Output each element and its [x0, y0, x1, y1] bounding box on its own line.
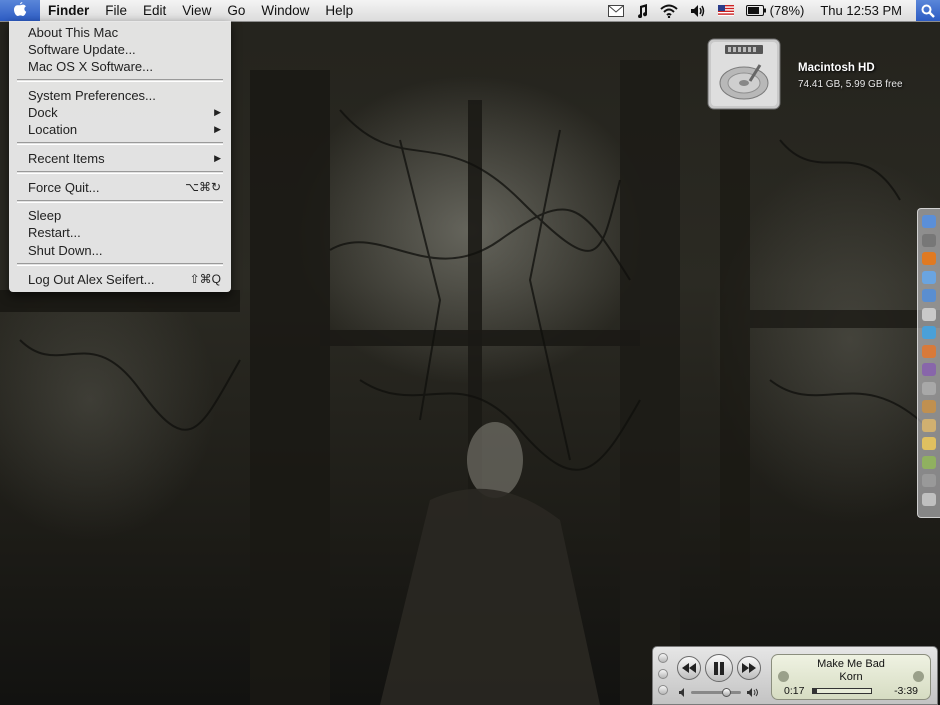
menu-item-restart[interactable]: Restart...	[9, 224, 231, 241]
menu-bar: Finder File Edit View Go Window Help (78…	[0, 0, 940, 22]
menu-item-shut-down[interactable]: Shut Down...	[9, 242, 231, 259]
apple-icon	[13, 1, 27, 20]
menu-separator	[17, 200, 223, 203]
submenu-arrow-icon: ▶	[214, 107, 221, 117]
menu-shortcut: ⇧⌘Q	[189, 272, 221, 286]
menu-item-dock[interactable]: Dock ▶	[9, 104, 231, 121]
apple-menu-button[interactable]	[0, 0, 40, 21]
itunes-icon[interactable]	[922, 326, 936, 339]
app-icon[interactable]	[922, 400, 936, 413]
battery-icon	[745, 5, 766, 16]
remaining-time: -3:39	[894, 685, 918, 697]
menu-item-recent-items[interactable]: Recent Items ▶	[9, 150, 231, 167]
firefox-icon[interactable]	[922, 252, 936, 265]
menu-help[interactable]: Help	[317, 0, 361, 21]
finder-icon[interactable]	[922, 215, 936, 228]
itunes-mini-player: Make Me Bad Korn 0:17 -3:39	[652, 646, 938, 705]
previous-track-button[interactable]	[677, 656, 701, 680]
safari-icon[interactable]	[922, 270, 936, 284]
menu-item-label: Recent Items	[28, 151, 105, 166]
submenu-arrow-icon: ▶	[214, 124, 221, 134]
progress-fill	[813, 689, 818, 693]
system-icon[interactable]	[922, 233, 936, 247]
menu-item-label: Mac OS X Software...	[28, 59, 153, 74]
wifi-icon[interactable]	[654, 0, 684, 21]
zoom-button[interactable]	[658, 685, 668, 695]
song-artist: Korn	[839, 671, 863, 683]
menu-go[interactable]: Go	[219, 0, 253, 21]
app-icon[interactable]	[922, 418, 936, 432]
trash-icon[interactable]	[922, 492, 936, 506]
minimize-button[interactable]	[658, 669, 668, 679]
menu-item-location[interactable]: Location ▶	[9, 121, 231, 138]
song-title: Make Me Bad	[817, 658, 885, 670]
now-playing-display[interactable]: Make Me Bad Korn 0:17 -3:39	[771, 654, 931, 700]
menu-item-mac-os-x-software[interactable]: Mac OS X Software...	[9, 58, 231, 75]
menu-separator	[17, 142, 223, 145]
play-pause-button[interactable]	[705, 654, 733, 682]
volume-low-icon	[679, 688, 688, 697]
menu-separator	[17, 171, 223, 174]
menu-item-label: Software Update...	[28, 42, 136, 57]
menu-item-label: System Preferences...	[28, 88, 156, 103]
close-button[interactable]	[658, 653, 668, 663]
menu-app-name[interactable]: Finder	[40, 0, 97, 21]
menu-shortcut: ⌥⌘↻	[185, 180, 221, 194]
apple-menu-dropdown: About This Mac Software Update... Mac OS…	[9, 21, 231, 292]
menu-edit[interactable]: Edit	[135, 0, 174, 21]
app-icon[interactable]	[922, 474, 936, 487]
hd-name-label: Macintosh HD	[798, 62, 875, 74]
menu-separator	[17, 79, 223, 82]
menu-item-log-out[interactable]: Log Out Alex Seifert... ⇧⌘Q	[9, 271, 231, 288]
hard-drive-icon[interactable]	[705, 35, 783, 113]
next-track-button[interactable]	[737, 656, 761, 680]
hd-info-label: 74.41 GB, 5.99 GB free	[798, 79, 903, 90]
spotlight-icon	[921, 4, 935, 18]
battery-indicator[interactable]: (78%)	[740, 0, 811, 21]
menu-extras: (78%) Thu 12:53 PM	[602, 0, 940, 21]
menu-item-label: Force Quit...	[28, 180, 100, 195]
menu-file[interactable]: File	[97, 0, 135, 21]
volume-slider[interactable]	[691, 688, 741, 697]
menu-item-about-this-mac[interactable]: About This Mac	[9, 24, 231, 41]
ical-icon[interactable]	[922, 307, 936, 321]
elapsed-time: 0:17	[784, 685, 805, 697]
menu-item-label: Dock	[28, 105, 58, 120]
app-icon[interactable]	[922, 344, 936, 358]
menu-item-label: Location	[28, 122, 78, 137]
rewind-icon	[682, 663, 696, 673]
app-icon[interactable]	[922, 455, 936, 469]
volume-slider-knob[interactable]	[722, 688, 731, 697]
us-flag-icon[interactable]	[712, 0, 740, 21]
menu-item-label: Shut Down...	[28, 243, 103, 258]
volume-icon[interactable]	[684, 0, 712, 21]
fast-forward-icon	[742, 663, 756, 673]
menu-item-sleep[interactable]: Sleep	[9, 207, 231, 224]
mail-icon[interactable]	[602, 0, 630, 21]
menu-item-label: Restart...	[28, 225, 81, 240]
menu-clock[interactable]: Thu 12:53 PM	[810, 0, 916, 21]
menu-item-system-preferences[interactable]: System Preferences...	[9, 87, 231, 104]
menu-item-label: Log Out Alex Seifert...	[28, 272, 155, 287]
menu-view[interactable]: View	[174, 0, 219, 21]
music-note-icon[interactable]	[630, 0, 654, 21]
app-icon[interactable]	[922, 437, 936, 450]
menu-separator	[17, 263, 223, 266]
app-icon[interactable]	[922, 381, 936, 395]
pause-icon	[713, 661, 725, 675]
menu-item-software-update[interactable]: Software Update...	[9, 41, 231, 58]
spotlight-button[interactable]	[916, 0, 940, 21]
menu-item-force-quit[interactable]: Force Quit... ⌥⌘↻	[9, 179, 231, 196]
dock	[917, 208, 940, 518]
menu-item-label: About This Mac	[28, 25, 119, 40]
app-icon[interactable]	[922, 363, 936, 376]
menu-item-label: Sleep	[28, 208, 62, 223]
battery-percent: (78%)	[769, 3, 805, 18]
submenu-arrow-icon: ▶	[214, 153, 221, 163]
mail-icon[interactable]	[922, 289, 936, 302]
menu-window[interactable]: Window	[253, 0, 317, 21]
volume-high-icon	[747, 688, 759, 697]
progress-bar[interactable]	[812, 688, 872, 694]
